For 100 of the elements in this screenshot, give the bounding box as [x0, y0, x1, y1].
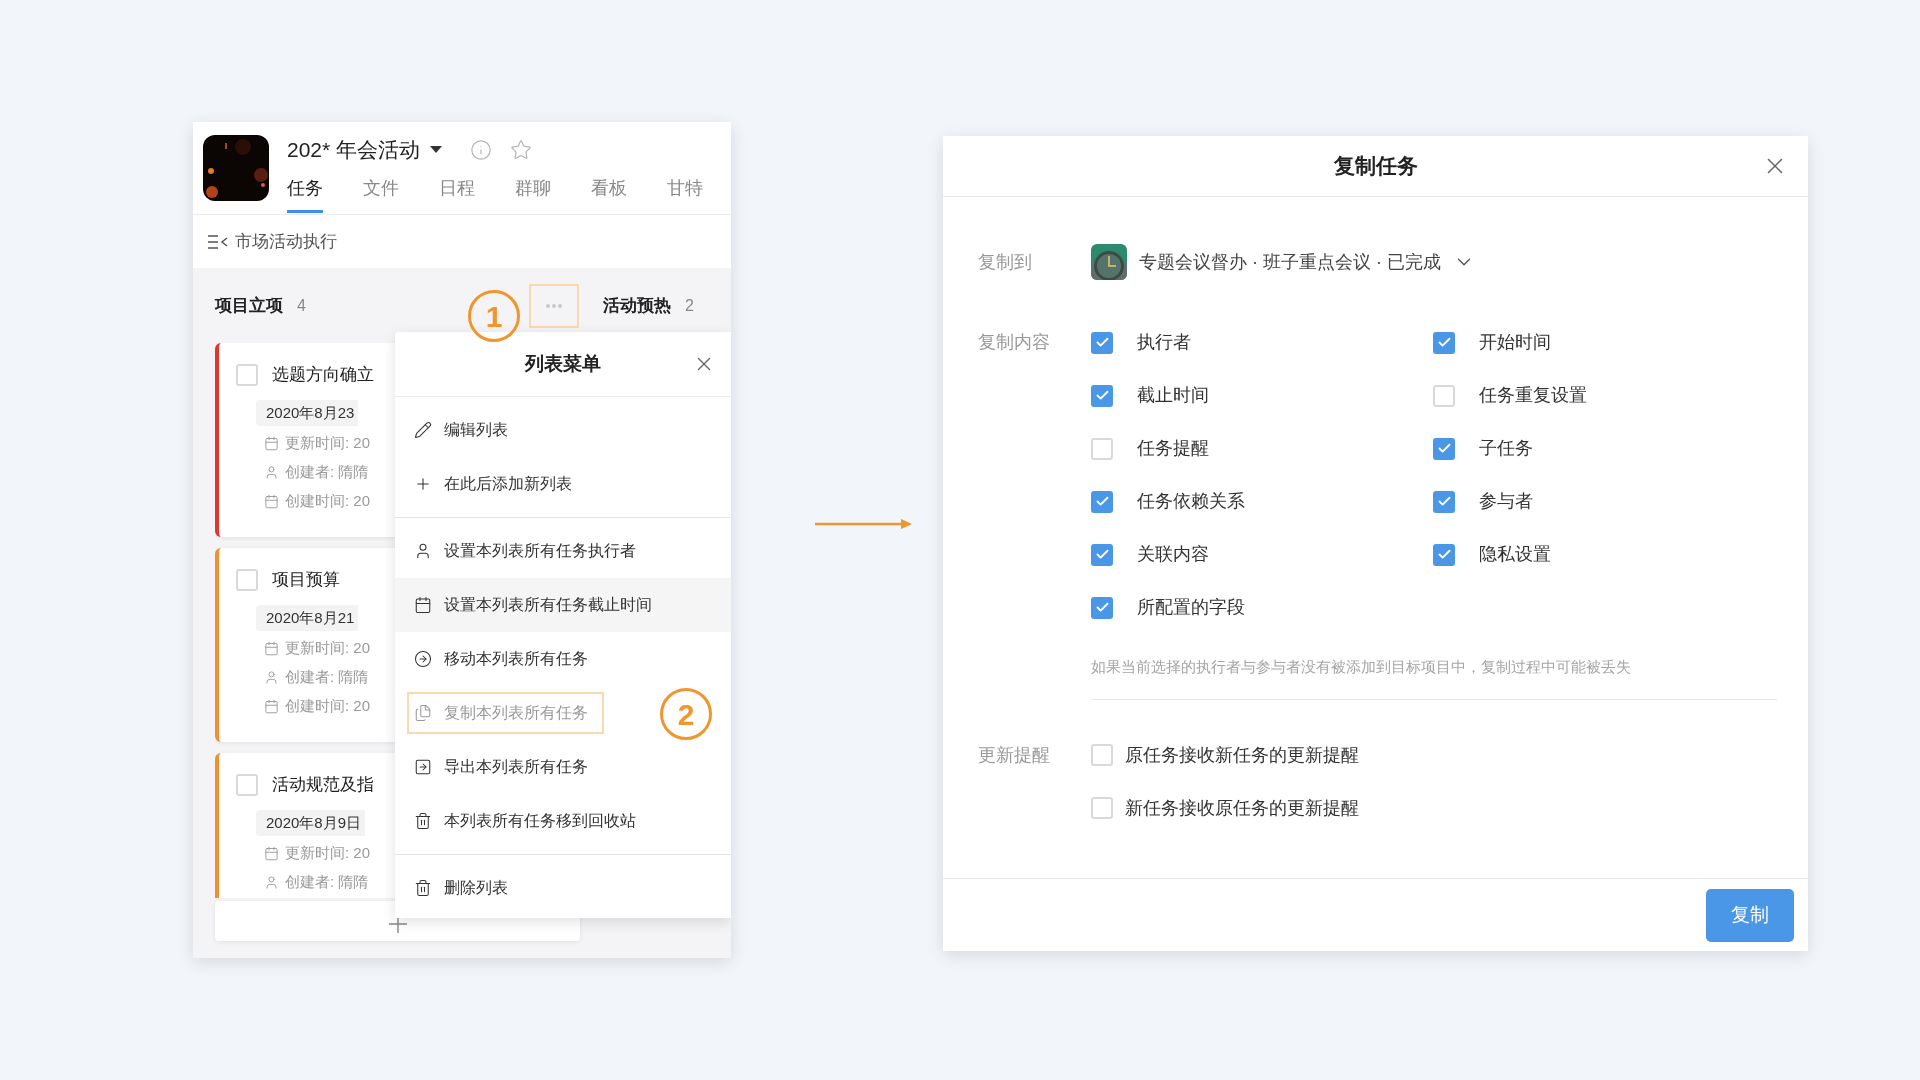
- field-label: 复制内容: [978, 331, 1051, 354]
- task-card[interactable]: 选题方向确立 2020年8月23 更新时间: 20 创建者: 隋隋 创建时间: 20: [215, 343, 395, 537]
- column-title: 活动预热: [603, 294, 671, 317]
- column-title: 项目立项: [215, 294, 283, 317]
- option-label: 执行者: [1137, 331, 1191, 354]
- check-icon: [1436, 494, 1452, 509]
- checkbox[interactable]: [1091, 437, 1113, 460]
- person-icon: [264, 670, 279, 685]
- step-number: 2: [660, 688, 712, 740]
- menu-item[interactable]: 在此后添加新列表: [407, 463, 588, 505]
- tab[interactable]: 任务: [287, 174, 323, 213]
- menu-item[interactable]: 编辑列表: [407, 409, 524, 451]
- menu-item[interactable]: 设置本列表所有任务截止时间: [407, 584, 668, 626]
- menu-item[interactable]: 移动本列表所有任务: [407, 638, 604, 680]
- menu-item[interactable]: 删除列表: [407, 867, 524, 909]
- trash-icon: [414, 812, 432, 830]
- option-label: 截止时间: [1137, 384, 1209, 407]
- tab[interactable]: 日程: [439, 174, 475, 213]
- tab[interactable]: 看板: [591, 174, 627, 213]
- check-icon: [1436, 441, 1452, 456]
- checkbox[interactable]: [1091, 384, 1113, 407]
- option-label: 开始时间: [1479, 331, 1551, 354]
- task-meta: 更新时间: 20: [285, 433, 371, 454]
- dialog-title: 复制任务: [1333, 153, 1418, 180]
- task-card[interactable]: 项目预算 2020年8月21 更新时间: 20 创建者: 隋隋 创建时间: 20: [215, 548, 395, 742]
- option-label: 新任务接收原任务的更新提醒: [1125, 796, 1359, 820]
- checkbox[interactable]: [1091, 797, 1113, 819]
- checkbox[interactable]: [1433, 543, 1455, 566]
- task-meta: 创建者: 隋隋: [285, 667, 369, 688]
- check-icon: [1094, 547, 1110, 562]
- task-meta: 创建时间: 20: [285, 491, 371, 512]
- menu-item-hover[interactable]: 设置本列表所有任务截止时间: [395, 578, 731, 632]
- menu-title: 列表菜单: [525, 351, 601, 376]
- checkbox[interactable]: [1433, 331, 1455, 354]
- trash-icon: [414, 879, 432, 897]
- copy-icon: [414, 704, 432, 722]
- menu-item[interactable]: 导出本列表所有任务: [407, 746, 604, 788]
- field-label: 更新提醒: [978, 743, 1051, 767]
- task-meta: 更新时间: 20: [285, 638, 371, 659]
- task-card[interactable]: 活动规范及指 2020年8月9日 更新时间: 20 创建者: 隋隋: [215, 753, 395, 898]
- menu-item[interactable]: 本列表所有任务移到回收站: [407, 800, 652, 842]
- project-title: 202* 年会活动: [287, 137, 421, 163]
- task-title: 活动规范及指: [272, 774, 374, 796]
- task-meta: 创建者: 隋隋: [285, 872, 369, 893]
- task-meta: 创建时间: 20: [285, 696, 371, 717]
- check-icon: [1094, 388, 1110, 403]
- tab[interactable]: 文件: [363, 174, 399, 213]
- field-label: 复制到: [978, 250, 1033, 274]
- edit-icon: [414, 421, 432, 439]
- calendar-icon: [264, 436, 279, 451]
- tab[interactable]: 群聊: [515, 174, 551, 213]
- menu-item[interactable]: 设置本列表所有任务执行者: [407, 530, 652, 572]
- step-number: 1: [468, 290, 520, 342]
- export-icon: [414, 758, 432, 776]
- option-label: 原任务接收新任务的更新提醒: [1125, 743, 1359, 767]
- task-checkbox[interactable]: [236, 363, 258, 386]
- checkbox[interactable]: [1091, 596, 1113, 619]
- plus-icon: [388, 915, 407, 933]
- collapse-icon[interactable]: [207, 234, 229, 249]
- checkbox[interactable]: [1433, 490, 1455, 513]
- star-icon[interactable]: [510, 138, 533, 161]
- task-checkbox[interactable]: [236, 568, 258, 591]
- column-count: 4: [297, 295, 307, 316]
- ellipsis-icon: [546, 303, 562, 308]
- task-title: 选题方向确立: [272, 364, 374, 386]
- option-label: 关联内容: [1137, 543, 1209, 566]
- info-icon[interactable]: [470, 138, 493, 161]
- option-label: 隐私设置: [1479, 543, 1551, 566]
- option-label: 任务重复设置: [1479, 384, 1587, 407]
- check-icon: [1436, 335, 1452, 350]
- option-label: 任务提醒: [1137, 437, 1209, 460]
- option-label: 所配置的字段: [1137, 596, 1245, 619]
- add-icon: [414, 475, 432, 493]
- checkbox[interactable]: [1433, 384, 1455, 407]
- task-meta: 更新时间: 20: [285, 843, 371, 864]
- calendar-icon: [264, 846, 279, 861]
- check-icon: [1436, 547, 1452, 562]
- task-title: 项目预算: [272, 569, 340, 591]
- person-icon: [264, 465, 279, 480]
- check-icon: [1094, 494, 1110, 509]
- breadcrumb: 市场活动执行: [235, 230, 337, 253]
- calendar-icon: [264, 641, 279, 656]
- calendar-icon: [414, 596, 432, 614]
- tab[interactable]: 甘特: [667, 174, 703, 213]
- option-label: 任务依赖关系: [1137, 490, 1245, 513]
- person-icon: [264, 875, 279, 890]
- checkbox[interactable]: [1433, 437, 1455, 460]
- task-checkbox[interactable]: [236, 773, 258, 796]
- checkbox[interactable]: [1091, 490, 1113, 513]
- checkbox[interactable]: [1091, 331, 1113, 354]
- task-meta: 创建者: 隋隋: [285, 462, 369, 483]
- move-icon: [414, 650, 432, 668]
- target-select[interactable]: 专题会议督办 · 班子重点会议 · 已完成: [1091, 244, 1475, 280]
- check-icon: [1094, 335, 1110, 350]
- option-label: 子任务: [1479, 437, 1533, 460]
- due-date: 2020年8月23: [256, 399, 359, 426]
- caret-icon[interactable]: [430, 145, 443, 154]
- checkbox[interactable]: [1091, 744, 1113, 766]
- check-icon: [1094, 600, 1110, 615]
- checkbox[interactable]: [1091, 543, 1113, 566]
